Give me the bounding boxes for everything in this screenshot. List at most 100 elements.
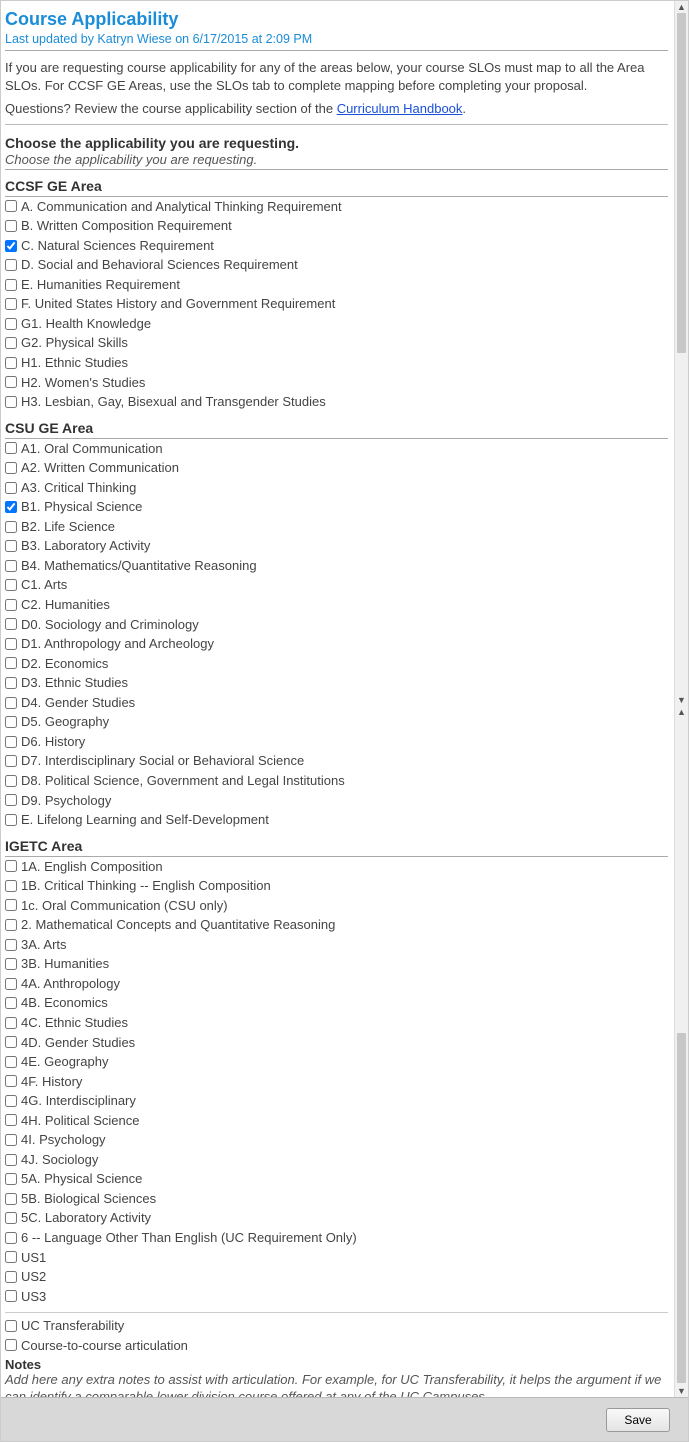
checkbox-input[interactable] <box>5 200 17 212</box>
checkbox-input[interactable] <box>5 958 17 970</box>
checkbox-input[interactable] <box>5 919 17 931</box>
checkbox-label: 4A. Anthropology <box>21 975 120 993</box>
checkbox-input[interactable] <box>5 1290 17 1302</box>
checkbox-input[interactable] <box>5 1095 17 1107</box>
checkbox-input[interactable] <box>5 978 17 990</box>
checkbox-row: C2. Humanities <box>5 595 668 615</box>
checkbox-input[interactable] <box>5 1134 17 1146</box>
checkbox-input[interactable] <box>5 279 17 291</box>
checkbox-input[interactable] <box>5 677 17 689</box>
checkbox-label: G1. Health Knowledge <box>21 315 151 333</box>
checkbox-row: H1. Ethnic Studies <box>5 353 668 373</box>
checkbox-row: 1B. Critical Thinking -- English Composi… <box>5 876 668 896</box>
checkbox-input[interactable] <box>5 240 17 252</box>
checkbox-label: A3. Critical Thinking <box>21 479 136 497</box>
checkbox-input[interactable] <box>5 560 17 572</box>
checkbox-input[interactable] <box>5 1320 17 1332</box>
intro-text-after-link: . <box>462 101 466 116</box>
checkbox-input[interactable] <box>5 997 17 1009</box>
checkbox-row: 4D. Gender Studies <box>5 1033 668 1053</box>
curriculum-handbook-link[interactable]: Curriculum Handbook <box>337 101 463 116</box>
checkbox-input[interactable] <box>5 337 17 349</box>
checkbox-label: 1B. Critical Thinking -- English Composi… <box>21 877 271 895</box>
checkbox-label: D. Social and Behavioral Sciences Requir… <box>21 256 298 274</box>
scroll-down-icon[interactable]: ▼ <box>675 1385 688 1397</box>
checkbox-label: 4H. Political Science <box>21 1112 140 1130</box>
vertical-scrollbar[interactable]: ▲ ▼ ▲ ▼ <box>674 1 688 1397</box>
checkbox-input[interactable] <box>5 899 17 911</box>
checkbox-input[interactable] <box>5 1017 17 1029</box>
checkbox-input[interactable] <box>5 755 17 767</box>
checkbox-input[interactable] <box>5 1232 17 1244</box>
scroll-up-icon[interactable]: ▲ <box>675 1 688 13</box>
checkbox-input[interactable] <box>5 638 17 650</box>
checkbox-label: B. Written Composition Requirement <box>21 217 232 235</box>
checkbox-input[interactable] <box>5 1251 17 1263</box>
checkbox-input[interactable] <box>5 259 17 271</box>
checkbox-label: 1c. Oral Communication (CSU only) <box>21 897 228 915</box>
checkbox-input[interactable] <box>5 1212 17 1224</box>
checkbox-input[interactable] <box>5 1271 17 1283</box>
checkbox-input[interactable] <box>5 318 17 330</box>
checkbox-row: A1. Oral Communication <box>5 439 668 459</box>
checkbox-label: US3 <box>21 1288 46 1306</box>
checkbox-row: D5. Geography <box>5 712 668 732</box>
checkbox-input[interactable] <box>5 462 17 474</box>
group-title-csu: CSU GE Area <box>5 416 668 439</box>
checkbox-input[interactable] <box>5 618 17 630</box>
checkbox-input[interactable] <box>5 939 17 951</box>
checkbox-input[interactable] <box>5 540 17 552</box>
checkbox-input[interactable] <box>5 1154 17 1166</box>
checkbox-input[interactable] <box>5 599 17 611</box>
checkbox-input[interactable] <box>5 794 17 806</box>
checkbox-input[interactable] <box>5 482 17 494</box>
checkbox-input[interactable] <box>5 716 17 728</box>
checkbox-input[interactable] <box>5 442 17 454</box>
checkbox-input[interactable] <box>5 1339 17 1351</box>
checkbox-label: B3. Laboratory Activity <box>21 537 150 555</box>
checkbox-row: 2. Mathematical Concepts and Quantitativ… <box>5 915 668 935</box>
checkbox-input[interactable] <box>5 1193 17 1205</box>
checkbox-label: US2 <box>21 1268 46 1286</box>
checkbox-input[interactable] <box>5 1036 17 1048</box>
checkbox-label: 4D. Gender Studies <box>21 1034 135 1052</box>
checkbox-input[interactable] <box>5 1114 17 1126</box>
scrollbar-thumb-upper[interactable] <box>677 13 686 353</box>
scroll-down-icon[interactable]: ▼ <box>675 694 688 706</box>
checkbox-input[interactable] <box>5 1075 17 1087</box>
checkbox-input[interactable] <box>5 376 17 388</box>
checkbox-input[interactable] <box>5 880 17 892</box>
checkbox-label: 4F. History <box>21 1073 82 1091</box>
scrollbar-thumb-lower[interactable] <box>677 1033 686 1383</box>
checkbox-input[interactable] <box>5 220 17 232</box>
scroll-up-icon[interactable]: ▲ <box>675 706 688 718</box>
checkbox-label: 5C. Laboratory Activity <box>21 1209 151 1227</box>
checkbox-input[interactable] <box>5 814 17 826</box>
checkbox-input[interactable] <box>5 697 17 709</box>
checkbox-label: 5A. Physical Science <box>21 1170 142 1188</box>
checkbox-input[interactable] <box>5 657 17 669</box>
checkbox-label: C1. Arts <box>21 576 67 594</box>
checkbox-row: C1. Arts <box>5 575 668 595</box>
checkbox-input[interactable] <box>5 775 17 787</box>
checkbox-row: D8. Political Science, Government and Le… <box>5 771 668 791</box>
checkbox-input[interactable] <box>5 357 17 369</box>
checkbox-label: A. Communication and Analytical Thinking… <box>21 198 342 216</box>
save-button[interactable]: Save <box>606 1408 670 1432</box>
checkbox-label: 4C. Ethnic Studies <box>21 1014 128 1032</box>
checkbox-input[interactable] <box>5 579 17 591</box>
checkbox-list-igetc: 1A. English Composition1B. Critical Thin… <box>5 857 668 1307</box>
checkbox-label: D0. Sociology and Criminology <box>21 616 199 634</box>
checkbox-row: G2. Physical Skills <box>5 333 668 353</box>
checkbox-input[interactable] <box>5 736 17 748</box>
checkbox-input[interactable] <box>5 396 17 408</box>
choose-subtitle: Choose the applicability you are request… <box>5 152 668 170</box>
checkbox-input[interactable] <box>5 1173 17 1185</box>
checkbox-row: D6. History <box>5 732 668 752</box>
checkbox-input[interactable] <box>5 501 17 513</box>
checkbox-input[interactable] <box>5 521 17 533</box>
footer-bar: Save <box>1 1397 688 1441</box>
checkbox-input[interactable] <box>5 298 17 310</box>
checkbox-input[interactable] <box>5 860 17 872</box>
checkbox-input[interactable] <box>5 1056 17 1068</box>
